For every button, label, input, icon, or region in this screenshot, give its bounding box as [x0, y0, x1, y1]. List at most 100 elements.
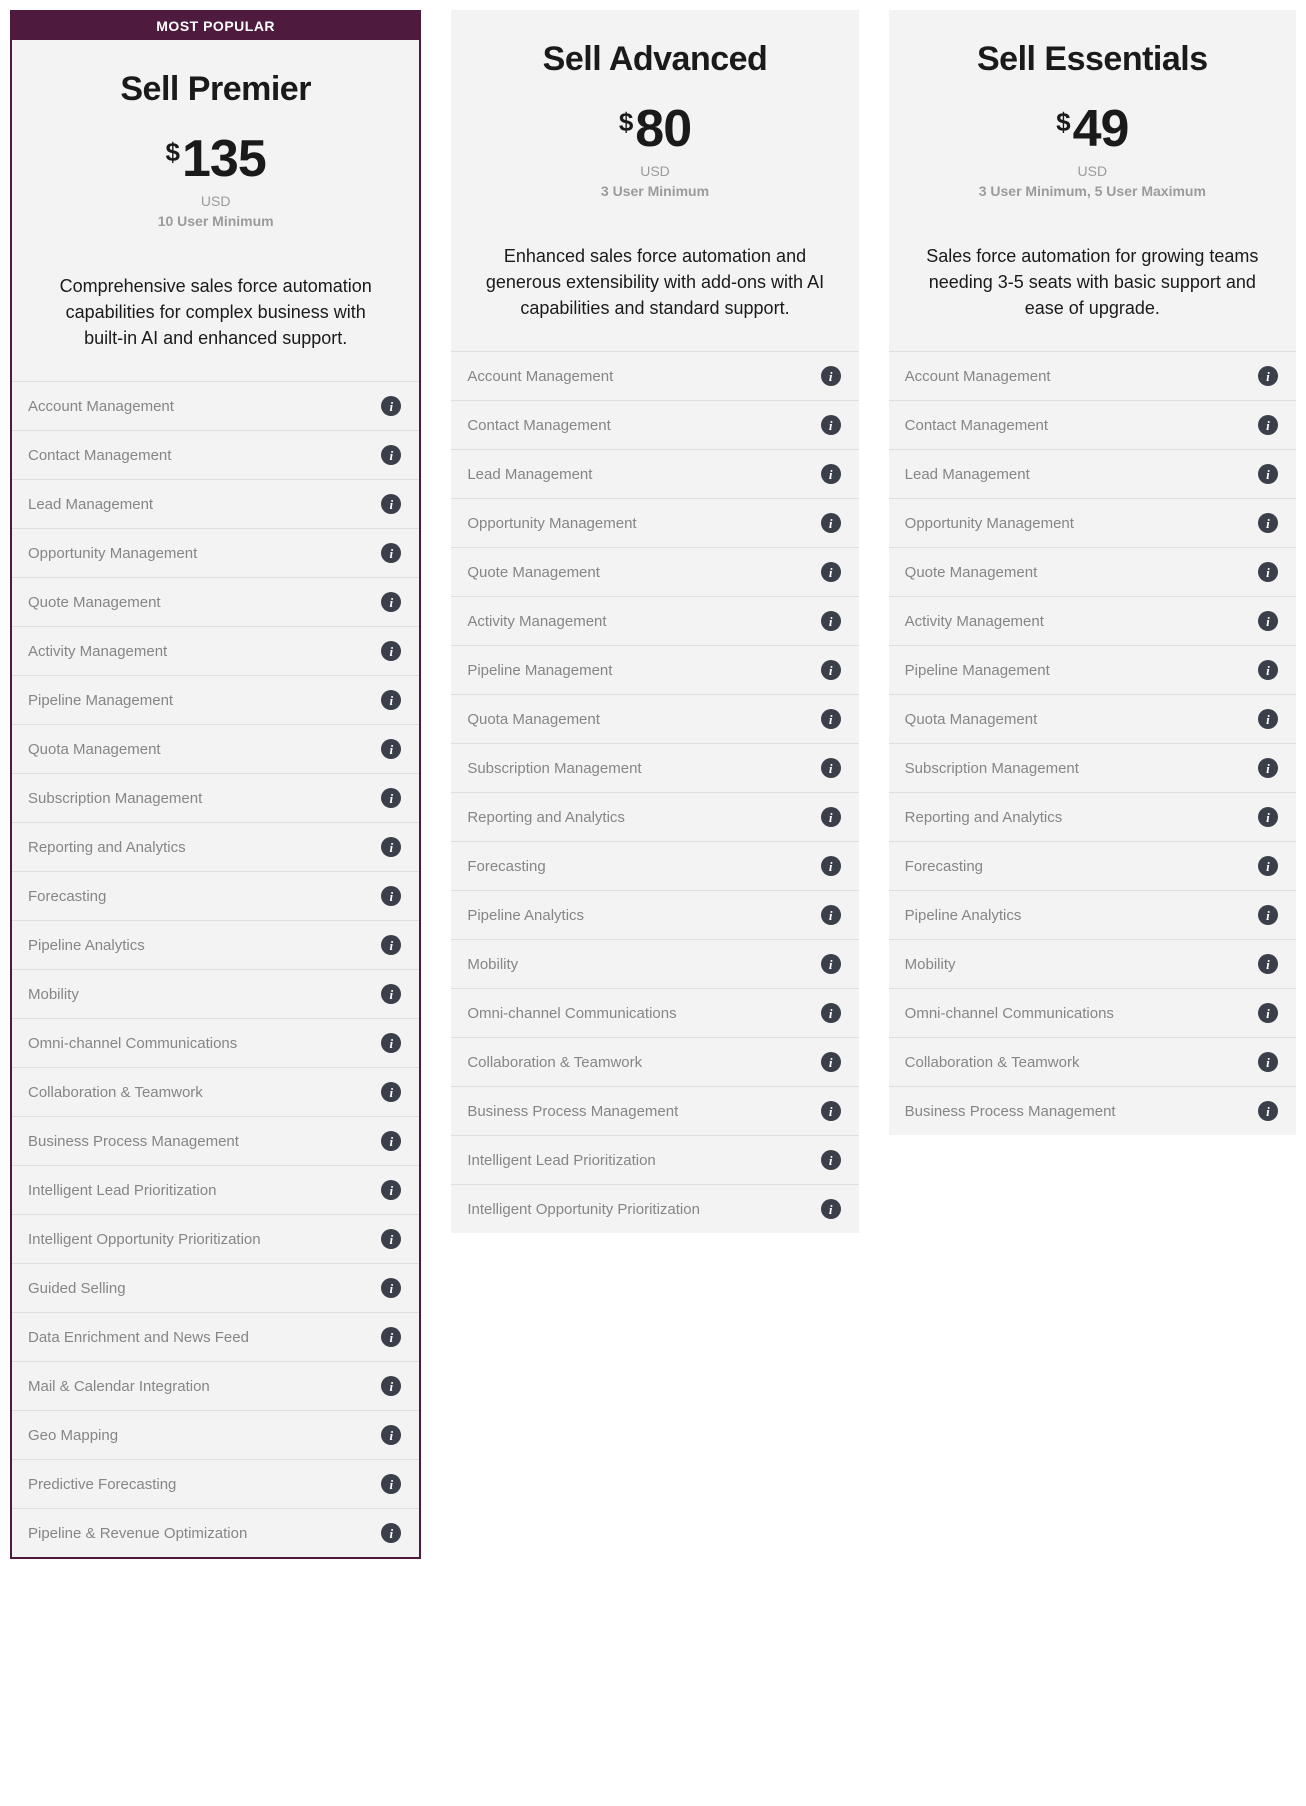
info-icon[interactable]: i [381, 1425, 401, 1445]
info-icon[interactable]: i [381, 1278, 401, 1298]
info-icon[interactable]: i [1258, 807, 1278, 827]
info-icon[interactable]: i [381, 592, 401, 612]
feature-label: Collaboration & Teamwork [28, 1084, 203, 1101]
feature-label: Pipeline Management [905, 662, 1050, 679]
info-icon[interactable]: i [821, 856, 841, 876]
info-icon[interactable]: i [381, 690, 401, 710]
feature-label: Opportunity Management [905, 515, 1074, 532]
plan-currency: USD [919, 163, 1266, 179]
info-icon[interactable]: i [381, 543, 401, 563]
info-icon[interactable]: i [821, 709, 841, 729]
feature-label: Quota Management [905, 711, 1038, 728]
feature-label: Lead Management [905, 466, 1030, 483]
info-icon[interactable]: i [381, 984, 401, 1004]
info-icon[interactable]: i [381, 739, 401, 759]
info-icon[interactable]: i [381, 494, 401, 514]
feature-item: Reporting and Analyticsi [451, 793, 858, 842]
info-icon[interactable]: i [381, 1376, 401, 1396]
feature-item: Business Process Managementi [12, 1117, 419, 1166]
info-icon[interactable]: i [1258, 954, 1278, 974]
info-icon[interactable]: i [1258, 905, 1278, 925]
info-icon[interactable]: i [821, 905, 841, 925]
info-icon[interactable]: i [381, 1229, 401, 1249]
feature-label: Pipeline & Revenue Optimization [28, 1525, 247, 1542]
feature-item: Activity Managementi [12, 627, 419, 676]
feature-item: Activity Managementi [889, 597, 1296, 646]
info-icon[interactable]: i [381, 1523, 401, 1543]
info-icon[interactable]: i [381, 396, 401, 416]
info-icon[interactable]: i [821, 1150, 841, 1170]
info-icon[interactable]: i [821, 954, 841, 974]
info-icon[interactable]: i [1258, 513, 1278, 533]
info-icon[interactable]: i [821, 807, 841, 827]
info-icon[interactable]: i [1258, 1003, 1278, 1023]
feature-item: Opportunity Managementi [451, 499, 858, 548]
info-icon[interactable]: i [821, 1101, 841, 1121]
feature-item: Collaboration & Teamwork i [12, 1068, 419, 1117]
feature-item: Pipeline Analyticsi [889, 891, 1296, 940]
info-icon[interactable]: i [821, 1003, 841, 1023]
info-icon[interactable]: i [381, 837, 401, 857]
feature-label: Data Enrichment and News Feed [28, 1329, 249, 1346]
info-icon[interactable]: i [381, 1180, 401, 1200]
info-icon[interactable]: i [381, 445, 401, 465]
feature-list: Account ManagementiContact ManagementiLe… [12, 381, 419, 1557]
info-icon[interactable]: i [1258, 611, 1278, 631]
info-icon[interactable]: i [381, 1474, 401, 1494]
info-icon[interactable]: i [1258, 660, 1278, 680]
info-icon[interactable]: i [821, 366, 841, 386]
feature-label: Quote Management [905, 564, 1038, 581]
plan-name: Sell Advanced [481, 40, 828, 79]
info-icon[interactable]: i [1258, 415, 1278, 435]
info-icon[interactable]: i [381, 886, 401, 906]
info-icon[interactable]: i [821, 1052, 841, 1072]
info-icon[interactable]: i [381, 935, 401, 955]
info-icon[interactable]: i [1258, 1101, 1278, 1121]
feature-label: Forecasting [467, 858, 545, 875]
info-icon[interactable]: i [1258, 758, 1278, 778]
feature-label: Pipeline Management [467, 662, 612, 679]
feature-label: Omni-channel Communications [467, 1005, 676, 1022]
feature-label: Quote Management [467, 564, 600, 581]
currency-symbol: $ [166, 139, 180, 165]
info-icon[interactable]: i [1258, 464, 1278, 484]
plan-price: 80 [635, 103, 691, 155]
info-icon[interactable]: i [821, 464, 841, 484]
info-icon[interactable]: i [1258, 1052, 1278, 1072]
feature-label: Account Management [905, 368, 1051, 385]
info-icon[interactable]: i [1258, 856, 1278, 876]
info-icon[interactable]: i [821, 415, 841, 435]
info-icon[interactable]: i [821, 611, 841, 631]
info-icon[interactable]: i [1258, 709, 1278, 729]
info-icon[interactable]: i [381, 1327, 401, 1347]
feature-item: Mobility i [451, 940, 858, 989]
info-icon[interactable]: i [821, 562, 841, 582]
feature-label: Business Process Management [467, 1103, 678, 1120]
feature-label: Subscription Management [467, 760, 641, 777]
feature-item: Collaboration & Teamworki [451, 1038, 858, 1087]
info-icon[interactable]: i [381, 1033, 401, 1053]
feature-item: Predictive Forecastingi [12, 1460, 419, 1509]
feature-item: Contact Managementi [12, 431, 419, 480]
info-icon[interactable]: i [821, 1199, 841, 1219]
info-icon[interactable]: i [381, 641, 401, 661]
info-icon[interactable]: i [821, 758, 841, 778]
feature-item: Intelligent Lead Prioritizationi [12, 1166, 419, 1215]
feature-item: Account Management i [889, 352, 1296, 401]
feature-label: Quota Management [28, 741, 161, 758]
feature-label: Subscription Management [905, 760, 1079, 777]
feature-item: Contact Managementi [451, 401, 858, 450]
info-icon[interactable]: i [821, 660, 841, 680]
info-icon[interactable]: i [1258, 366, 1278, 386]
feature-label: Forecasting [905, 858, 983, 875]
feature-label: Mobility [467, 956, 518, 973]
plan-price: 135 [182, 133, 266, 185]
info-icon[interactable]: i [381, 1082, 401, 1102]
feature-item: Pipeline Managementi [12, 676, 419, 725]
info-icon[interactable]: i [1258, 562, 1278, 582]
info-icon[interactable]: i [821, 513, 841, 533]
pricing-grid: MOST POPULARSell Premier$135USD10 User M… [10, 10, 1296, 1559]
plan-users-note: 3 User Minimum [481, 183, 828, 199]
info-icon[interactable]: i [381, 1131, 401, 1151]
info-icon[interactable]: i [381, 788, 401, 808]
